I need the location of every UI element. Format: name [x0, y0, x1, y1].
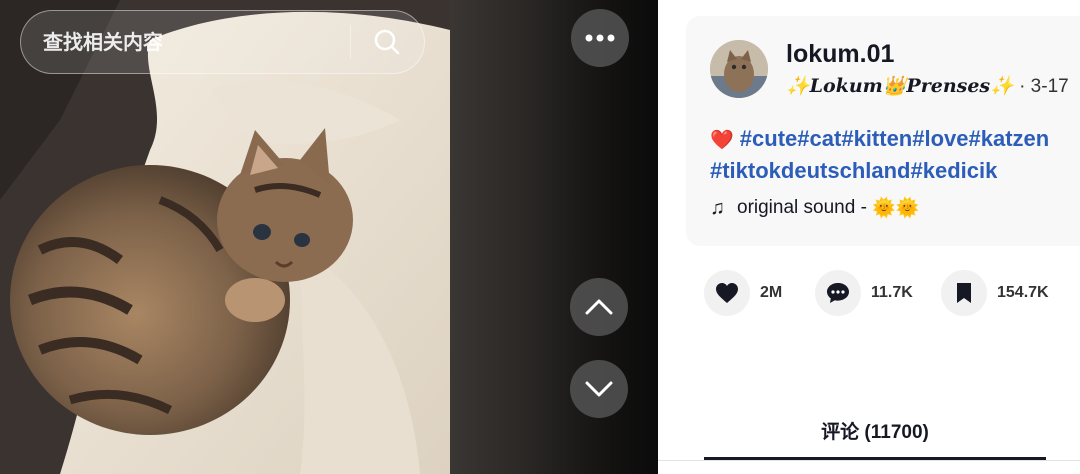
hashtag-link[interactable]: #kitten [841, 126, 912, 151]
author-username[interactable]: lokum.01 [786, 40, 894, 69]
search-bar [20, 10, 425, 75]
next-video-button[interactable] [570, 360, 628, 418]
search-divider [350, 25, 351, 59]
chevron-up-icon [585, 299, 613, 315]
heart-icon [716, 283, 738, 303]
author-avatar[interactable] [710, 40, 768, 98]
search-input[interactable] [41, 11, 345, 75]
comment-icon [827, 283, 849, 303]
music-note-icon: ♫ [710, 196, 725, 219]
favorite-count: 154.7K [997, 284, 1049, 301]
more-options-button[interactable] [571, 9, 629, 67]
hashtag-link[interactable]: #tiktokdeutschland [710, 158, 910, 183]
author-nickname-row: ✨𝑳𝒐𝒌𝒖𝒎👑𝑷𝒓𝒆𝒏𝒔𝒆𝒔✨ · 3-17 [786, 74, 1069, 98]
video-info-panel: lokum.01 ✨𝑳𝒐𝒌𝒖𝒎👑𝑷𝒓𝒆𝒏𝒔𝒆𝒔✨ · 3-17 ❤️ #cute… [658, 0, 1080, 474]
favorite-button[interactable]: 154.7K [941, 270, 1049, 316]
tab-divider [658, 460, 1080, 461]
more-dots-icon [585, 34, 615, 42]
comment-icon-circle [815, 270, 861, 316]
like-count: 2M [760, 284, 783, 301]
music-suffix: 🌞🌞 [872, 198, 920, 219]
comment-count: 11.7K [871, 284, 913, 301]
tab-comments[interactable]: 评论 (11700) [704, 416, 1046, 462]
comment-button[interactable]: 11.7K [815, 270, 913, 316]
author-nickname[interactable]: ✨𝑳𝒐𝒌𝒖𝒎👑𝑷𝒓𝒆𝒏𝒔𝒆𝒔✨ [786, 75, 1014, 97]
music-link[interactable]: ♫ original sound - 🌞🌞 [710, 196, 920, 220]
search-icon [374, 29, 400, 55]
like-icon-circle [704, 270, 750, 316]
chevron-down-icon [585, 381, 613, 397]
video-side-shadow [450, 0, 658, 474]
hashtag-link[interactable]: #cute [740, 126, 797, 151]
previous-video-button[interactable] [570, 278, 628, 336]
hashtag-link[interactable]: #cat [797, 126, 841, 151]
post-date: · 3-17 [1019, 76, 1069, 97]
search-button[interactable] [361, 17, 413, 67]
hashtag-link[interactable]: #love [912, 126, 968, 151]
post-info-card: lokum.01 ✨𝑳𝒐𝒌𝒖𝒎👑𝑷𝒓𝒆𝒏𝒔𝒆𝒔✨ · 3-17 ❤️ #cute… [686, 16, 1080, 246]
hashtag-link[interactable]: #katzen [969, 126, 1050, 151]
hashtag-link[interactable]: #kedicik [910, 158, 997, 183]
cat-avatar-image [710, 40, 768, 98]
like-button[interactable]: 2M [704, 270, 782, 316]
post-caption: ❤️ #cute#cat#kitten#love#katzen #tiktokd… [710, 124, 1080, 186]
bookmark-icon-circle [941, 270, 987, 316]
music-title: original sound - [737, 197, 867, 218]
heart-emoji: ❤️ [710, 130, 734, 151]
bookmark-icon [957, 283, 971, 303]
video-player[interactable] [0, 0, 658, 474]
